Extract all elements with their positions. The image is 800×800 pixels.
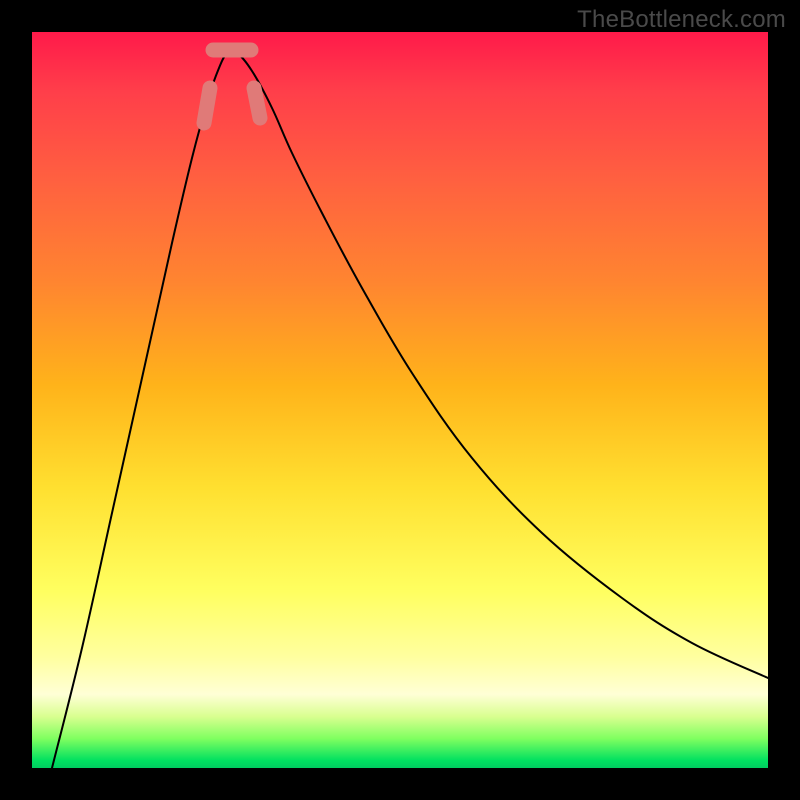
- cpu-marker-left: [204, 88, 210, 123]
- chart-markers: [204, 50, 260, 123]
- bottleneck-curve: [52, 50, 768, 768]
- chart-svg: [32, 32, 768, 768]
- watermark-text: TheBottleneck.com: [577, 6, 786, 34]
- gpu-marker-right: [254, 88, 260, 118]
- chart-plot-area: [32, 32, 768, 768]
